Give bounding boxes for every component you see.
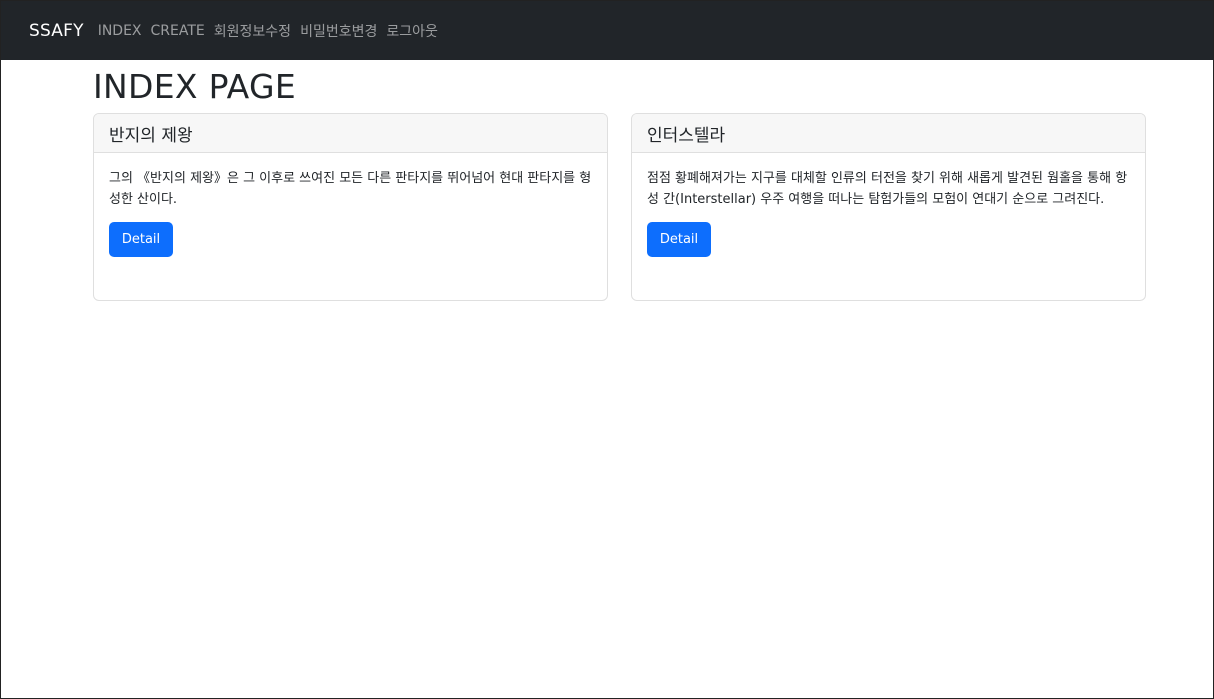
movie-card-lotr: 반지의 제왕 그의 《반지의 제왕》은 그 이후로 쓰여진 모든 다른 판타지를… xyxy=(93,113,608,301)
card-description: 그의 《반지의 제왕》은 그 이후로 쓰여진 모든 다른 판타지를 뛰어넘어 현… xyxy=(109,171,592,207)
card-header: 인터스텔라 xyxy=(632,114,1145,153)
nav-link-edit-profile[interactable]: 회원정보수정 xyxy=(214,21,291,41)
movie-card-interstellar: 인터스텔라 점점 황폐해져가는 지구를 대체할 인류의 터전을 찾기 위해 새롭… xyxy=(631,113,1146,301)
nav-link-index[interactable]: INDEX xyxy=(98,23,142,39)
card-body: 점점 황폐해져가는 지구를 대체할 인류의 터전을 찾기 위해 새롭게 발견된 … xyxy=(632,153,1145,257)
browser-viewport: SSAFY INDEX CREATE 회원정보수정 비밀번호변경 로그아웃 IN… xyxy=(0,0,1214,699)
brand-link[interactable]: SSAFY xyxy=(29,21,84,41)
card-body: 그의 《반지의 제왕》은 그 이후로 쓰여진 모든 다른 판타지를 뛰어넘어 현… xyxy=(94,153,607,257)
card-description: 점점 황폐해져가는 지구를 대체할 인류의 터전을 찾기 위해 새롭게 발견된 … xyxy=(647,171,1128,207)
detail-button[interactable]: Detail xyxy=(647,222,711,257)
nav-link-create[interactable]: CREATE xyxy=(151,23,205,39)
card-header: 반지의 제왕 xyxy=(94,114,607,153)
nav-link-change-password[interactable]: 비밀번호변경 xyxy=(300,21,377,41)
page-title: INDEX PAGE xyxy=(93,67,296,106)
detail-button[interactable]: Detail xyxy=(109,222,173,257)
nav-link-logout[interactable]: 로그아웃 xyxy=(386,21,438,41)
top-navbar: SSAFY INDEX CREATE 회원정보수정 비밀번호변경 로그아웃 xyxy=(1,1,1213,60)
